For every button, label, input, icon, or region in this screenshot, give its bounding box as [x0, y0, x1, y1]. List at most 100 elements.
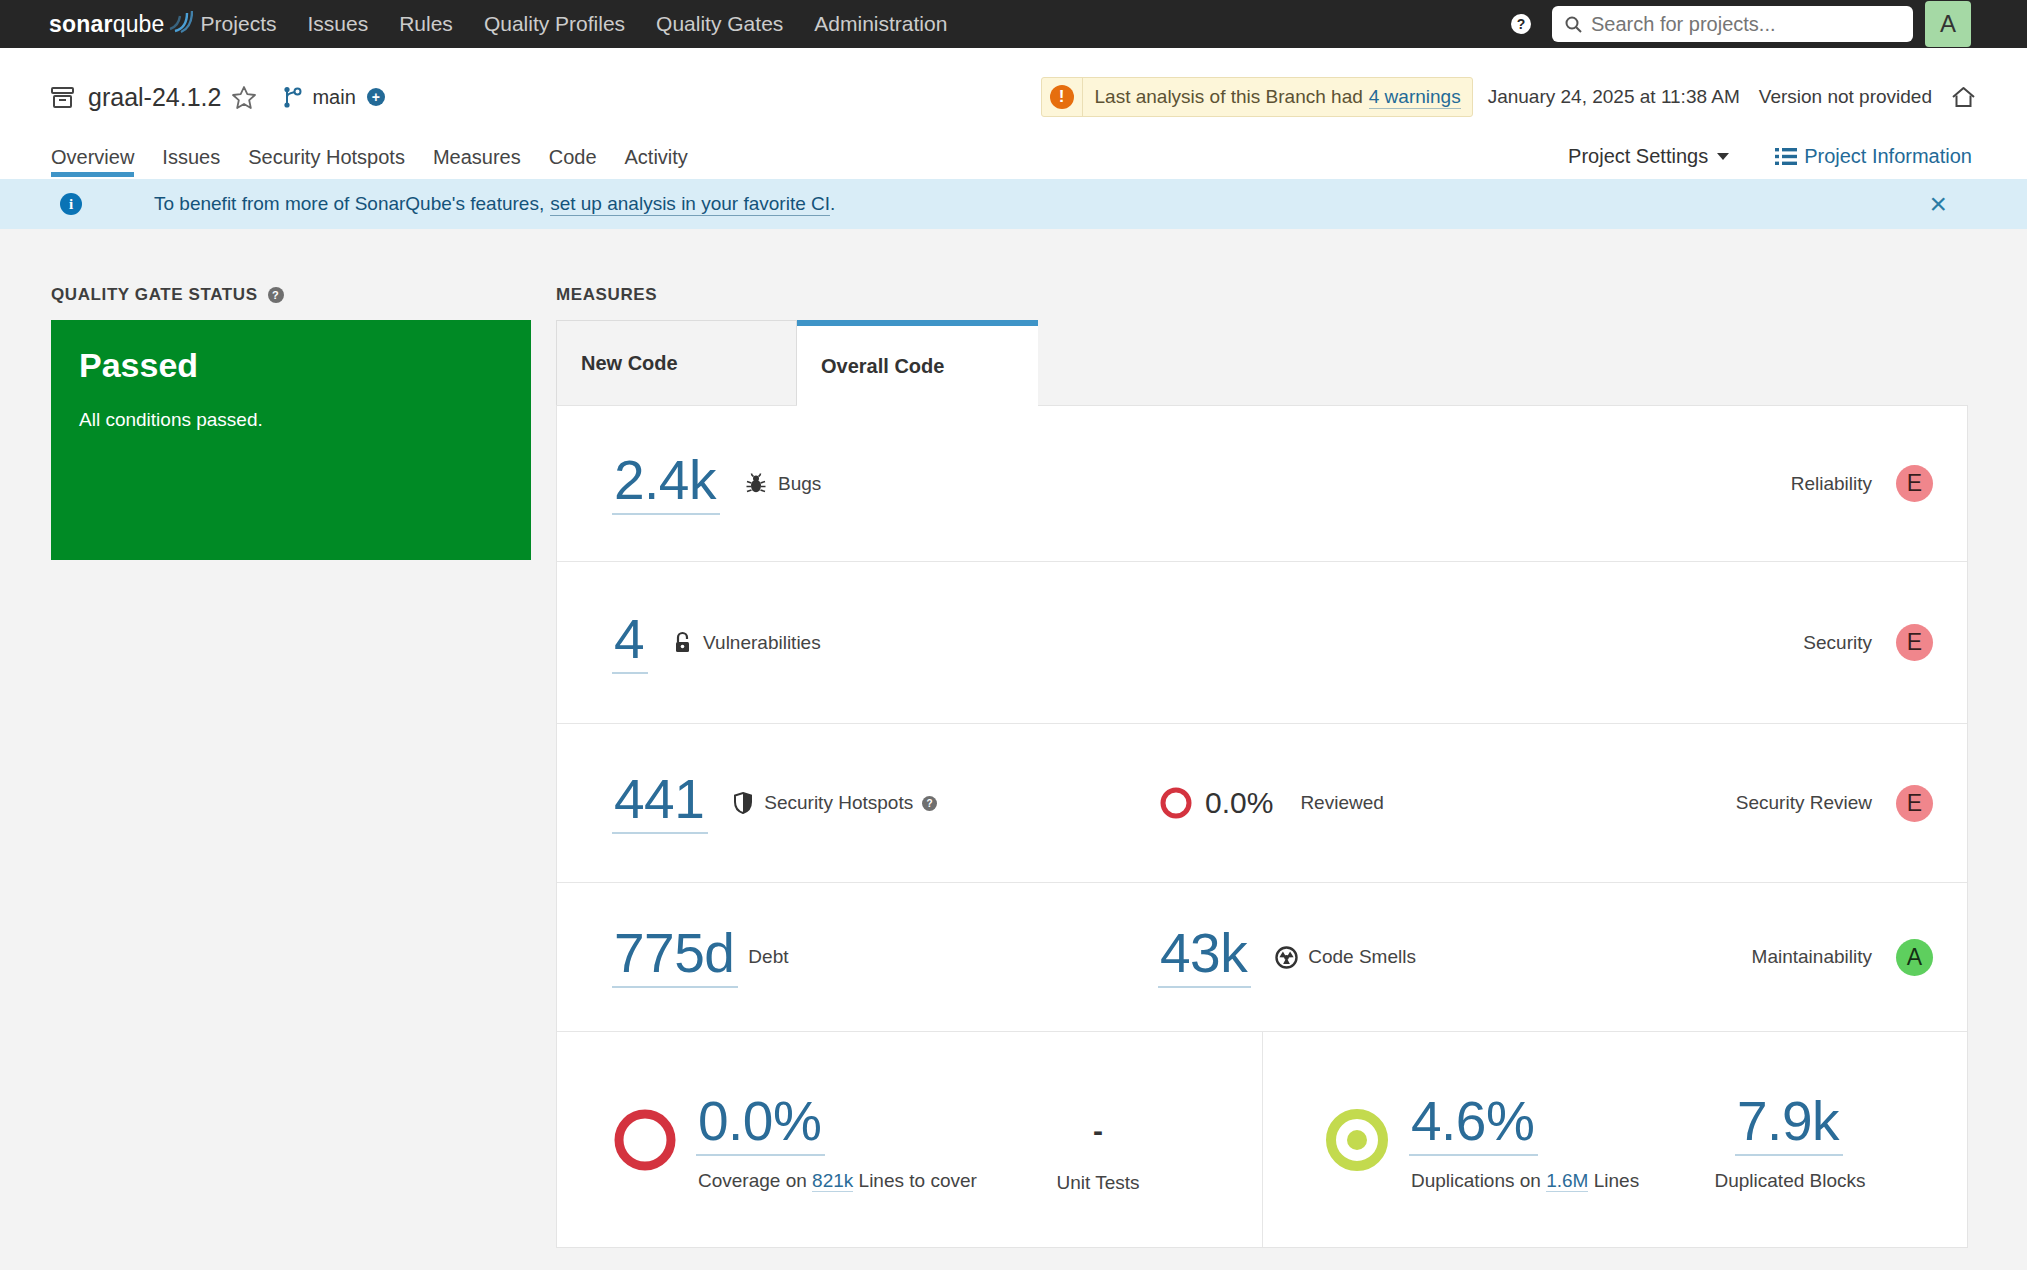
security-hotspots-help-icon[interactable]: ? — [922, 796, 937, 811]
lines-to-cover-link[interactable]: 821k — [812, 1170, 853, 1192]
add-branch-icon[interactable]: + — [367, 88, 385, 106]
duplications-caption-prefix: Duplications on — [1411, 1170, 1541, 1191]
quality-gate-heading: QUALITY GATE STATUS — [51, 285, 258, 305]
coverage-cell: 0.0% Coverage on 821k Lines to cover - U… — [557, 1032, 1263, 1247]
reviewed-label: Reviewed — [1300, 792, 1383, 814]
ci-setup-banner: i To benefit from more of SonarQube's fe… — [0, 179, 2027, 229]
nav-item-administration[interactable]: Administration — [814, 12, 947, 36]
maintainability-rating-badge: A — [1896, 939, 1933, 976]
search-placeholder: Search for projects... — [1591, 13, 1776, 36]
bugs-row: 2.4k Bugs Reliability E — [557, 406, 1967, 562]
security-review-rating-badge: E — [1896, 785, 1933, 822]
warnings-link[interactable]: 4 warnings — [1369, 86, 1461, 109]
coverage-caption-prefix: Coverage on — [698, 1170, 807, 1191]
tab-code[interactable]: Code — [549, 146, 597, 177]
code-smells-icon — [1275, 946, 1298, 969]
bugs-count-link[interactable]: 2.4k — [612, 453, 720, 515]
avatar[interactable]: A — [1925, 1, 1971, 47]
coverage-ring-icon — [614, 1109, 676, 1171]
main-content: QUALITY GATE STATUS ? Passed All conditi… — [0, 229, 2027, 1270]
quality-gate-heading-row: QUALITY GATE STATUS ? — [51, 285, 531, 305]
debt-label: Debt — [748, 946, 788, 968]
duplicated-blocks-label: Duplicated Blocks — [1714, 1170, 1865, 1192]
project-settings-button[interactable]: Project Settings — [1568, 145, 1729, 168]
vulnerabilities-row: 4 Vulnerabilities Security E — [557, 562, 1967, 724]
warning-banner: ! Last analysis of this Branch had 4 war… — [1041, 77, 1473, 117]
shield-icon — [732, 791, 754, 815]
help-icon[interactable]: ? — [1511, 14, 1531, 34]
tab-overall-code[interactable]: Overall Code — [797, 320, 1038, 406]
nav-item-issues[interactable]: Issues — [307, 12, 368, 36]
banner-period: . — [830, 193, 835, 215]
warning-text: Last analysis of this Branch had — [1095, 86, 1363, 108]
home-icon[interactable] — [1950, 84, 1977, 110]
coverage-value-link[interactable]: 0.0% — [696, 1094, 825, 1156]
duplications-caption-suffix: Lines — [1594, 1170, 1639, 1191]
security-hotspots-row: 441 Security Hotspots ? 0.0% Reviewed Se… — [557, 724, 1967, 883]
project-information-button[interactable]: Project Information — [1775, 145, 1972, 168]
lock-icon — [672, 631, 693, 655]
maintainability-label: Maintainability — [1752, 946, 1872, 968]
tab-activity[interactable]: Activity — [625, 146, 688, 177]
quality-gate-detail: All conditions passed. — [79, 409, 503, 431]
banner-ci-link[interactable]: set up analysis in your favorite CI — [550, 193, 830, 216]
quality-gate-status: Passed — [79, 346, 503, 385]
bugs-label: Bugs — [778, 473, 821, 495]
reviewed-ring-icon — [1160, 787, 1192, 819]
duplications-cell: 4.6% Duplications on 1.6M Lines 7.9k Dup… — [1263, 1032, 1967, 1247]
measures-footer: 0.0% Coverage on 821k Lines to cover - U… — [557, 1032, 1967, 1247]
measures-panel: 2.4k Bugs Reliability E 4 Vulnerabilitie… — [556, 405, 1968, 1248]
project-tabs: Overview Issues Security Hotspots Measur… — [51, 146, 716, 177]
duplication-lines-link[interactable]: 1.6M — [1546, 1170, 1588, 1192]
duplicated-blocks-link[interactable]: 7.9k — [1735, 1094, 1843, 1156]
search-icon — [1564, 15, 1583, 34]
maintainability-row: 775d Debt 43k Code Smells Maintainabilit… — [557, 883, 1967, 1032]
top-navbar: sonarqube Projects Issues Rules Quality … — [0, 0, 2027, 48]
reviewed-value: 0.0% — [1205, 786, 1273, 820]
list-icon — [1775, 146, 1797, 167]
logo-text-light: qube — [113, 11, 165, 38]
unit-tests-value: - — [1093, 1116, 1103, 1146]
debt-link[interactable]: 775d — [612, 926, 738, 988]
project-title: graal-24.1.2 — [88, 83, 221, 112]
coverage-caption-suffix: Lines to cover — [859, 1170, 977, 1191]
measures-heading: MEASURES — [556, 285, 657, 305]
nav-menu: Projects Issues Rules Quality Profiles Q… — [201, 12, 979, 36]
nav-item-rules[interactable]: Rules — [399, 12, 453, 36]
info-icon: i — [60, 193, 82, 215]
banner-text: To benefit from more of SonarQube's feat… — [154, 193, 544, 215]
star-icon[interactable] — [231, 85, 257, 110]
duplications-caption: Duplications on 1.6M Lines — [1411, 1170, 1639, 1192]
tab-issues[interactable]: Issues — [162, 146, 220, 177]
quality-gate-help-icon[interactable]: ? — [268, 287, 284, 303]
logo-text-bold: sonar — [49, 11, 113, 38]
code-smells-link[interactable]: 43k — [1158, 926, 1251, 988]
tab-security-hotspots[interactable]: Security Hotspots — [248, 146, 405, 177]
security-review-label: Security Review — [1736, 792, 1872, 814]
analysis-date: January 24, 2025 at 11:38 AM — [1488, 86, 1740, 108]
project-title-row: graal-24.1.2 main + ! Last analysis of t… — [0, 48, 2027, 117]
quality-gate-status-card: Passed All conditions passed. — [51, 320, 531, 560]
code-smells-label: Code Smells — [1308, 946, 1416, 968]
nav-item-quality-gates[interactable]: Quality Gates — [656, 12, 783, 36]
sonarqube-logo[interactable]: sonarqube — [49, 11, 193, 38]
branch-name: main — [312, 86, 355, 109]
hotspots-count-link[interactable]: 441 — [612, 772, 708, 834]
duplications-value-link[interactable]: 4.6% — [1409, 1094, 1538, 1156]
tab-measures[interactable]: Measures — [433, 146, 521, 177]
duplicated-blocks-block: 7.9k Duplicated Blocks — [1710, 1088, 1870, 1192]
nav-item-projects[interactable]: Projects — [201, 12, 277, 36]
warning-icon-zone: ! — [1042, 78, 1083, 116]
project-settings-label: Project Settings — [1568, 145, 1708, 168]
nav-item-quality-profiles[interactable]: Quality Profiles — [484, 12, 625, 36]
chevron-down-icon — [1717, 153, 1729, 160]
project-header-actions: Project Settings Project Information — [1568, 145, 1972, 168]
coverage-caption: Coverage on 821k Lines to cover — [698, 1170, 977, 1192]
tab-overview[interactable]: Overview — [51, 146, 134, 177]
close-icon[interactable]: × — [1929, 189, 1947, 219]
warning-icon: ! — [1050, 85, 1074, 109]
search-input[interactable]: Search for projects... — [1552, 6, 1913, 42]
project-information-label: Project Information — [1804, 145, 1972, 168]
vulnerabilities-count-link[interactable]: 4 — [612, 612, 648, 674]
tab-new-code[interactable]: New Code — [556, 320, 797, 405]
